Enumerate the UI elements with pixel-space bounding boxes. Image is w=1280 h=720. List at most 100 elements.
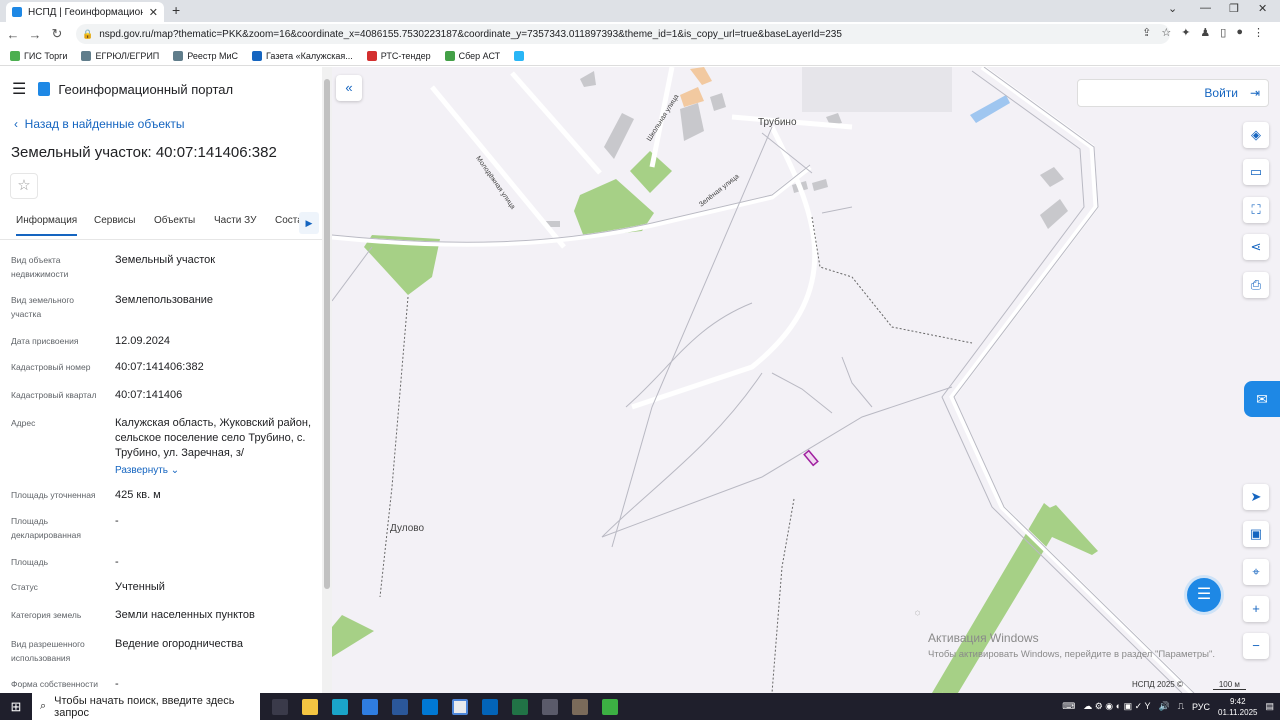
search-icon: ⌕ — [40, 700, 47, 712]
object-info-panel: ☰ Геоинформационный портал ‹ Назад в най… — [0, 67, 322, 693]
measure-button[interactable]: ▭ — [1243, 159, 1269, 185]
reload-icon[interactable]: ↻ — [48, 26, 66, 42]
back-to-results-link[interactable]: ‹ Назад в найденные объекты — [14, 117, 185, 131]
pinned-apps — [272, 698, 618, 715]
windows-start-icon[interactable]: ⊞ — [0, 699, 32, 715]
bookmark-gis-torgi[interactable]: ГИС Торги — [10, 50, 67, 61]
zoom-in-button[interactable]: + — [1243, 596, 1269, 622]
browser-tab[interactable]: НСПД | Геоинформационный п ✕ — [6, 2, 164, 22]
system-tray: ⌨ ☁ ⚙ ◉ ◐ ▣ ✓ Y 🔊 ⎍ РУС 9:42 01.11.2025 … — [1062, 693, 1274, 720]
map-label-dulovo: Дулово — [390, 523, 425, 534]
calculator-icon[interactable] — [542, 698, 558, 715]
menu-dots-icon[interactable]: ⋮ — [1253, 26, 1264, 39]
new-tab-button[interactable]: + — [172, 2, 180, 18]
chat-lines-icon: ☰ — [1196, 586, 1212, 603]
store-icon[interactable] — [362, 698, 378, 715]
info-tabs: Информация Сервисы Объекты Части ЗУ Сост… — [0, 210, 322, 240]
chat-assistant-button[interactable]: ☰ — [1184, 575, 1224, 615]
share-icon[interactable]: ⇪ — [1142, 26, 1151, 39]
login-button[interactable]: Войти ⇥ — [1077, 79, 1269, 107]
bookmark-egrul[interactable]: ЕГРЮЛ/ЕГРИП — [81, 50, 159, 61]
navigation-arrow-icon: ➤ — [1250, 489, 1262, 504]
ruler-icon: ▭ — [1249, 164, 1263, 179]
location-pin-icon: ⌖ — [1252, 564, 1260, 579]
clock[interactable]: 9:42 01.11.2025 — [1218, 696, 1257, 718]
minimap-icon: ▣ — [1249, 526, 1263, 541]
map-view[interactable]: ⬡ Трубино Дулово Молодёжная улица Школьн… — [332, 67, 1280, 693]
file-explorer-icon[interactable] — [302, 698, 318, 715]
zoom-out-button[interactable]: − — [1243, 633, 1269, 659]
copyright-text: НСПД 2025 © — [1132, 680, 1183, 689]
sidepanel-icon[interactable]: ▯ — [1220, 26, 1226, 39]
locate-object-button[interactable]: ⌖ — [1243, 559, 1269, 585]
bookmark-icon — [81, 50, 92, 61]
word-icon[interactable] — [392, 698, 408, 715]
select-area-button[interactable]: ⛶ — [1243, 197, 1269, 223]
bookmark-sber-ast[interactable]: Сбер АСТ — [444, 50, 500, 61]
url-field[interactable]: 🔒 nspd.gov.ru/map?thematic=PKK&zoom=16&c… — [76, 24, 1170, 44]
close-window-icon[interactable]: ✕ — [1258, 2, 1267, 15]
tab-objects[interactable]: Объекты — [154, 215, 195, 234]
minimap-button[interactable]: ▣ — [1243, 521, 1269, 547]
share-button[interactable]: ⋖ — [1243, 234, 1269, 260]
scrollbar-thumb[interactable] — [324, 79, 330, 589]
geolocate-button[interactable]: ➤ — [1243, 484, 1269, 510]
bookmark-icon — [10, 50, 20, 61]
outlook-icon[interactable] — [482, 698, 498, 715]
bookmark-icon — [173, 50, 184, 61]
network-icon[interactable]: ⎍ — [1178, 701, 1184, 712]
windows-taskbar: ⊞ ⌕ Чтобы начать поиск, введите здесь за… — [0, 693, 1280, 720]
panel-scrollbar[interactable] — [322, 67, 332, 693]
keyboard-icon[interactable]: ⌨ — [1062, 701, 1075, 712]
volume-icon[interactable]: 🔊 — [1158, 701, 1169, 712]
browser-extensions: ⇪ ☆ ✦ ♟ ▯ ● ⋮ — [1142, 26, 1264, 39]
printer-icon: ⎙ — [1250, 277, 1262, 292]
profile-icon[interactable]: ● — [1236, 26, 1243, 39]
mail-icon[interactable] — [422, 698, 438, 715]
print-button[interactable]: ⎙ — [1243, 272, 1269, 298]
bookmark-rts[interactable]: РТС-тендер — [366, 50, 431, 61]
forward-arrow-icon[interactable]: → — [26, 27, 44, 42]
close-tab-icon[interactable]: ✕ — [149, 6, 158, 19]
minus-icon: − — [1252, 638, 1260, 653]
chevron-down-icon[interactable]: ⌄ — [1168, 2, 1177, 15]
expand-address-button[interactable]: Развернуть ⌄ — [115, 463, 315, 478]
tabs-scroll-right-icon[interactable]: ▶ — [299, 212, 319, 234]
scale-bar: 100 м — [1212, 680, 1246, 690]
layers-icon: ◈ — [1251, 127, 1261, 142]
windows-activation-watermark: Активация Windows Чтобы активировать Win… — [928, 631, 1215, 660]
home-app-icon[interactable] — [602, 698, 618, 715]
collapse-panel-button[interactable]: « — [336, 75, 362, 101]
language-indicator[interactable]: РУС — [1192, 702, 1210, 712]
edge-icon[interactable] — [332, 698, 348, 715]
bookmark-gazeta[interactable]: Газета «Калужская... — [252, 50, 353, 61]
tab-parts[interactable]: Части ЗУ — [214, 215, 256, 234]
hamburger-menu-icon[interactable]: ☰ — [12, 79, 26, 99]
back-arrow-icon[interactable]: ← — [4, 27, 22, 42]
chrome-icon[interactable] — [452, 698, 468, 715]
tab-services[interactable]: Сервисы — [94, 215, 135, 234]
bookmark-icon — [444, 50, 455, 61]
layers-button[interactable]: ◈ — [1243, 122, 1269, 148]
bookmark-extra[interactable] — [514, 50, 525, 61]
tray-apps-icon[interactable]: ☁ ⚙ ◉ ◐ ▣ ✓ Y — [1083, 701, 1150, 712]
excel-icon[interactable] — [512, 698, 528, 715]
browser-tab-strip: НСПД | Геоинформационный п ✕ + ⌄ — ❐ ✕ — [0, 0, 1280, 22]
tab-title: НСПД | Геоинформационный п — [28, 6, 143, 18]
task-view-icon[interactable] — [272, 698, 288, 715]
bookmark-star-icon[interactable]: ☆ — [1161, 26, 1171, 39]
puzzle-icon[interactable]: ✦ — [1181, 26, 1190, 39]
extension-icon[interactable]: ♟ — [1200, 26, 1210, 39]
notifications-icon[interactable]: ▤ — [1265, 701, 1274, 712]
restore-icon[interactable]: ❐ — [1229, 2, 1239, 15]
minimize-icon[interactable]: — — [1200, 2, 1211, 14]
support-chat-tab[interactable]: ✉ — [1244, 381, 1280, 417]
tab-info[interactable]: Информация — [16, 215, 78, 236]
photo-app-icon[interactable] — [572, 698, 588, 715]
lock-icon: 🔒 — [82, 28, 94, 39]
taskbar-search[interactable]: ⌕ Чтобы начать поиск, введите здесь запр… — [32, 693, 260, 720]
bookmark-reestr[interactable]: Реестр МиС — [173, 50, 238, 61]
page-title: Земельный участок: 40:07:141406:382 — [11, 144, 277, 161]
favorite-star-icon[interactable]: ☆ — [10, 173, 38, 199]
selected-parcel-highlight[interactable] — [803, 449, 819, 467]
